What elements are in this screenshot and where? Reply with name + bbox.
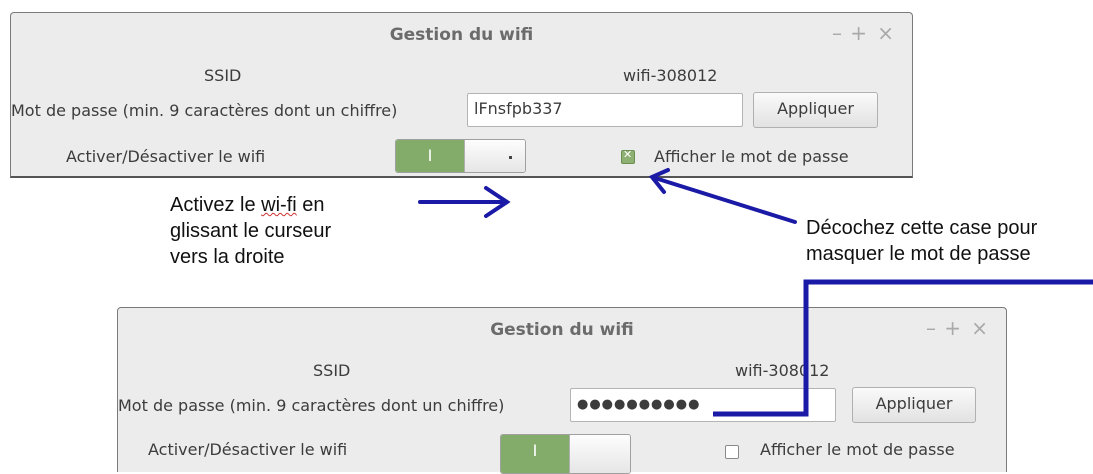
toggle-on-segment: I <box>501 435 569 473</box>
wifi-window-masked: Gestion du wifi – + × SSID wifi-308012 M… <box>117 307 1007 474</box>
annotation-uncheck-box: Décochez cette case pour masquer le mot … <box>806 217 1038 265</box>
toggle-knob[interactable] <box>464 140 525 172</box>
apply-button[interactable]: Appliquer <box>852 387 976 423</box>
toggle-label: Activer/Désactiver le wifi <box>66 147 266 166</box>
ssid-value: wifi-308012 <box>623 66 718 85</box>
password-input[interactable]: ●●●●●●●●●● <box>570 388 836 422</box>
maximize-icon[interactable]: + <box>944 318 961 338</box>
ssid-value: wifi-308012 <box>735 361 830 380</box>
annotation-enable-wifi: Activez le wi-fi en glissant le curseur … <box>170 194 332 268</box>
wifi-toggle-switch[interactable]: I <box>500 434 631 474</box>
wifi-toggle-switch[interactable]: I <box>395 139 526 173</box>
show-password-checkbox[interactable] <box>621 148 635 164</box>
window-title: Gestion du wifi <box>490 320 634 340</box>
ssid-label: SSID <box>313 361 351 380</box>
show-password-checkbox[interactable] <box>725 445 739 459</box>
show-password-label: Afficher le mot de passe <box>760 440 955 459</box>
arrow-right-icon <box>418 186 511 218</box>
ssid-label: SSID <box>204 66 242 85</box>
apply-button[interactable]: Appliquer <box>753 92 878 128</box>
window-title: Gestion du wifi <box>389 25 534 45</box>
wifi-window-visible: Gestion du wifi – + × SSID wifi-308012 M… <box>10 12 913 178</box>
minimize-icon[interactable]: – <box>926 318 936 338</box>
toggle-on-segment: I <box>396 140 464 172</box>
show-password-label: Afficher le mot de passe <box>654 147 849 166</box>
password-input[interactable]: lFnsfpb337 <box>467 93 743 127</box>
title-bar[interactable]: Gestion du wifi – + × <box>118 308 1006 352</box>
maximize-icon[interactable]: + <box>850 23 867 43</box>
toggle-label: Activer/Désactiver le wifi <box>148 440 348 459</box>
title-bar[interactable]: Gestion du wifi – + × <box>11 13 912 57</box>
close-icon[interactable]: × <box>971 318 988 338</box>
toggle-knob[interactable] <box>569 435 630 473</box>
password-label: Mot de passe (min. 9 caractères dont un … <box>11 101 398 120</box>
minimize-icon[interactable]: – <box>832 23 842 43</box>
close-icon[interactable]: × <box>877 23 894 43</box>
spellcheck-word: wi-fi <box>261 194 297 216</box>
password-label: Mot de passe (min. 9 caractères dont un … <box>118 396 505 415</box>
